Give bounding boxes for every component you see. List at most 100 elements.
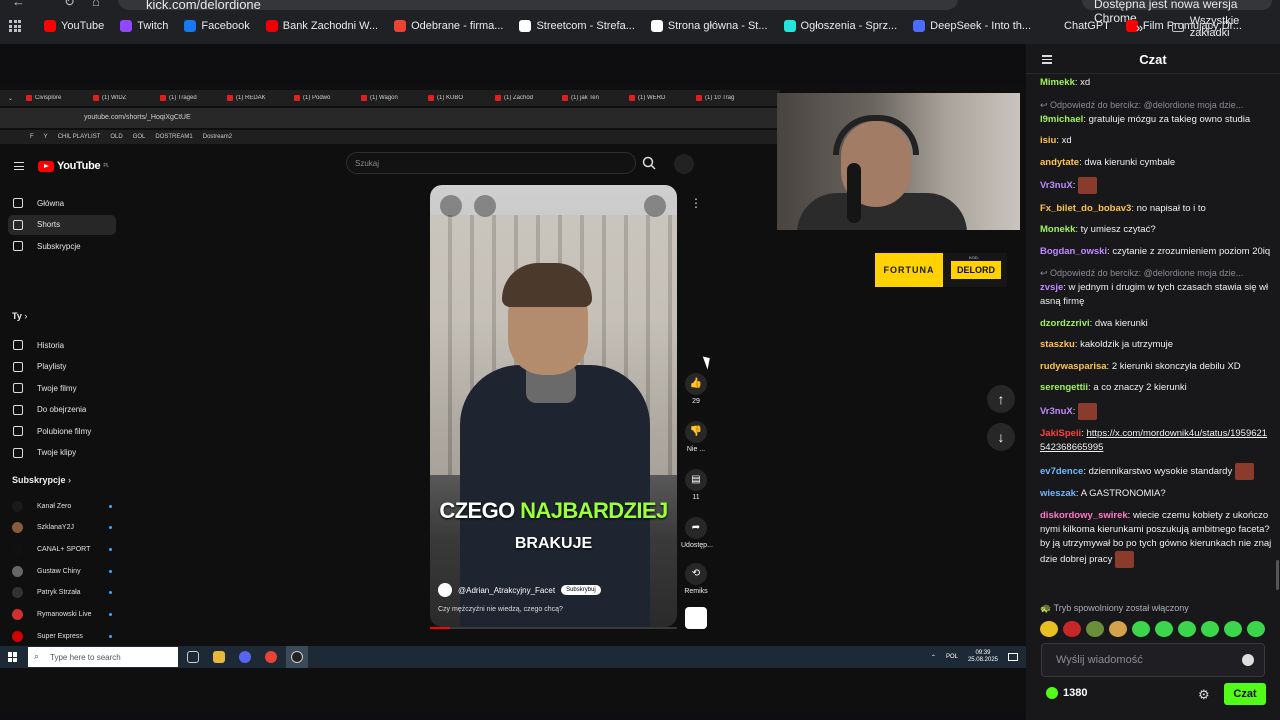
bookmark-item[interactable]: Strona główna - St...: [650, 20, 768, 32]
chat-message[interactable]: Mimekk: xd: [1040, 76, 1272, 90]
clock-time: 09:39: [975, 650, 991, 656]
chrome-update-button[interactable]: Dostępna jest nowa wersja Chrome: [1082, 0, 1272, 25]
bookmark-item[interactable]: Twitch: [120, 20, 168, 32]
chat-username[interactable]: dzordzzrivi: [1040, 318, 1090, 329]
channel-avatar: [12, 609, 23, 620]
chat-username[interactable]: rudywasparisa: [1040, 361, 1107, 372]
gear-icon[interactable]: ⚙: [1198, 687, 1210, 703]
chat-username[interactable]: Fx_bilet_do_bobav3: [1040, 203, 1131, 214]
search-placeholder: Szukaj: [355, 159, 380, 168]
chat-message[interactable]: staszku: kakoldzik ja utrzymuje: [1040, 338, 1272, 352]
chat-message[interactable]: Bogdan_owski: czytanie z zrozumieniem po…: [1040, 245, 1272, 259]
chat-message[interactable]: Fx_bilet_do_bobav3: no napisał to i to: [1040, 202, 1272, 216]
chat-username[interactable]: wieszak: [1040, 488, 1076, 499]
quick-emote-icon[interactable]: [1155, 621, 1173, 637]
chat-username[interactable]: l9michael: [1040, 114, 1083, 125]
bookmark-item[interactable]: Bank Zachodni W...: [265, 20, 378, 32]
chat-message[interactable]: andytate: dwa kierunki cymbale: [1040, 156, 1272, 170]
inner-bookmark: Y: [43, 134, 48, 140]
address-bar[interactable]: kick.com/delordione: [118, 0, 958, 12]
chat-username[interactable]: staszku: [1040, 339, 1075, 350]
bookmark-item[interactable]: ChatGPT: [1047, 20, 1110, 32]
subscription-item: SzklanaY2J: [12, 519, 112, 537]
chat-text: dwa kierunki: [1094, 317, 1148, 329]
emoji-icon[interactable]: [1242, 654, 1254, 666]
chat-message-input[interactable]: Wyślij wiadomość: [1041, 643, 1265, 677]
bookmark-item[interactable]: Streetcom - Strefa...: [519, 20, 635, 32]
chat-message[interactable]: dzordzzrivi: dwa kierunki: [1040, 317, 1272, 331]
inner-tab: (1) Zachód: [487, 95, 554, 101]
inner-tab: (1) REDAK: [219, 95, 286, 101]
more-bookmarks-icon[interactable]: »: [1136, 20, 1143, 35]
short-action: ▤ 11: [681, 469, 711, 501]
inner-bookmark: GOL: [132, 134, 146, 140]
send-chat-button[interactable]: Czat: [1224, 683, 1266, 705]
bookmark-item[interactable]: DeepSeek - Into th...: [913, 20, 1031, 32]
chat-username[interactable]: Vr3nuX: [1040, 180, 1073, 191]
short-action-label: Udostęp...: [681, 542, 713, 549]
folder-icon: [1172, 22, 1184, 32]
quick-emote-icon[interactable]: [1132, 621, 1150, 637]
chat-message[interactable]: Monekk: ty umiesz czytać?: [1040, 223, 1272, 237]
back-icon[interactable]: ←: [12, 0, 25, 9]
taskbar-search-icon: ⌕: [34, 651, 40, 661]
chat-message[interactable]: ev7dence: dziennikarstwo wysokie standar…: [1040, 462, 1272, 480]
inner-tab: (1) jak Ten: [554, 95, 621, 101]
chat-username[interactable]: diskordowy_swirek: [1040, 510, 1128, 521]
bookmark-label: ChatGPT: [1064, 20, 1110, 32]
chat-message[interactable]: diskordowy_swirek: wiecie czemu kobiety …: [1040, 509, 1272, 568]
quick-emote-icon[interactable]: [1247, 621, 1265, 637]
subscription-label: SzklanaY2J: [37, 524, 74, 532]
quick-emote-icon[interactable]: [1178, 621, 1196, 637]
chat-message[interactable]: zvsje: w jednym i drugim w tych czasach …: [1040, 281, 1272, 309]
quick-emote-icon[interactable]: [1201, 621, 1219, 637]
bookmark-item[interactable]: YouTube: [44, 20, 104, 32]
short-action-label: 29: [692, 398, 700, 405]
streamer-webcam: [777, 93, 1020, 230]
chat-username[interactable]: Mimekk: [1040, 77, 1075, 88]
chat-message[interactable]: Vr3nuX:: [1040, 177, 1272, 194]
apps-grid-icon[interactable]: [9, 20, 21, 32]
quick-emote-icon[interactable]: [1086, 621, 1104, 637]
subscription-label: Patryk Strzała: [37, 589, 81, 597]
chat-text: xd: [1061, 135, 1072, 146]
chat-username[interactable]: serengettii: [1040, 382, 1088, 393]
previous-short-icon: ↑: [987, 385, 1015, 413]
chat-text: kakoldzik ja utrzymuje: [1080, 339, 1174, 350]
home-icon[interactable]: ⌂: [92, 0, 100, 9]
chat-message[interactable]: l9michael: gratuluje mózgu za takieg own…: [1040, 113, 1272, 127]
chat-username[interactable]: Bogdan_owski: [1040, 246, 1107, 257]
chat-message[interactable]: serengettii: a co znaczy 2 kierunki: [1040, 381, 1272, 395]
chat-message[interactable]: Vr3nuX:: [1040, 402, 1272, 420]
channel-points[interactable]: 1380: [1046, 687, 1087, 699]
quick-emote-icon[interactable]: [1109, 621, 1127, 637]
youtube-nav-item: Shorts: [8, 214, 116, 235]
chat-message[interactable]: isiu: xd: [1040, 134, 1272, 148]
chat-message[interactable]: rudywasparisa: 2 kierunki skonczyla debi…: [1040, 360, 1272, 374]
chat-message[interactable]: JakiSpeii: https://x.com/mordownik4u/sta…: [1040, 427, 1272, 455]
bookmark-icon: [913, 20, 926, 32]
chat-username[interactable]: ev7dence: [1040, 466, 1083, 477]
bookmark-item[interactable]: Facebook: [184, 20, 250, 32]
chat-emote-icon: [1078, 177, 1098, 194]
chat-username[interactable]: andytate: [1040, 157, 1079, 168]
chat-scrollbar[interactable]: [1276, 560, 1279, 590]
bookmark-item[interactable]: Odebrane - firma...: [394, 20, 503, 32]
chat-messages[interactable]: Mimekk: xd ↩ Odpowiedź do bercikz: @delor…: [1026, 74, 1280, 622]
quick-emote-icon[interactable]: [1063, 621, 1081, 637]
quick-emote-icon[interactable]: [1040, 621, 1058, 637]
chat-username[interactable]: JakiSpeii: [1040, 428, 1081, 439]
chat-message[interactable]: wieszak: A GASTRONOMIA?: [1040, 487, 1272, 501]
reload-icon[interactable]: ↻: [64, 0, 75, 10]
subscription-item: CANAL+ SPORT: [12, 540, 112, 558]
nav-item-icon: [13, 447, 23, 458]
chat-username[interactable]: Monekk: [1040, 224, 1075, 235]
quick-emote-icon[interactable]: [1224, 621, 1242, 637]
chat-username[interactable]: zvsje: [1040, 282, 1063, 293]
bookmark-item[interactable]: Ogłoszenia - Sprz...: [783, 20, 897, 32]
all-bookmarks-button[interactable]: Wszystkie zakładki: [1172, 15, 1280, 39]
short-channel: @Adrian_Atrakcyjny_Facet Subskrybuj: [438, 583, 601, 597]
chat-username[interactable]: Vr3nuX: [1040, 406, 1073, 417]
chat-username[interactable]: isiu: [1040, 135, 1056, 146]
stream-player[interactable]: ⌄ Civisplore (1) WIDZ (1) Traged (1) REDAK (1…: [0, 44, 1026, 720]
